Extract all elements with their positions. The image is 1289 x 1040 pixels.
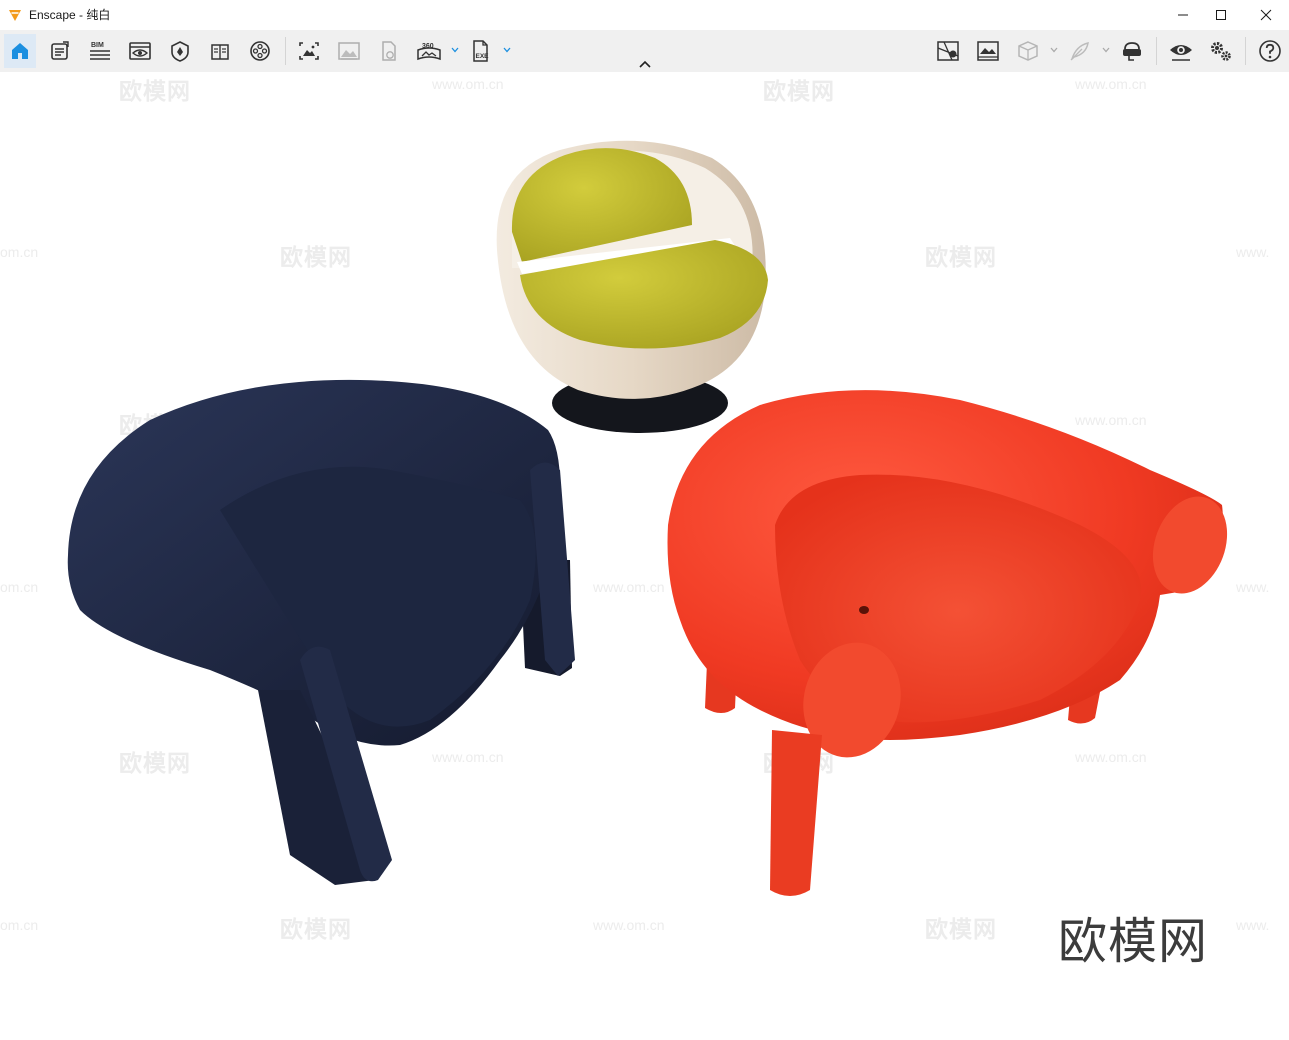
chevron-down-icon xyxy=(1102,47,1110,53)
egg-lounge-chair xyxy=(496,140,768,433)
screenshot-button[interactable] xyxy=(293,34,325,68)
feather-dropdown-caret[interactable] xyxy=(1101,42,1111,58)
upload-file-icon xyxy=(382,41,396,61)
home-button[interactable] xyxy=(4,34,36,68)
panorama-button[interactable]: 360 xyxy=(413,34,445,68)
site-map-icon xyxy=(937,41,959,61)
maximize-button[interactable] xyxy=(1198,0,1244,30)
close-button[interactable] xyxy=(1243,0,1289,30)
chevron-down-icon xyxy=(451,47,459,53)
feather-button[interactable] xyxy=(1064,34,1096,68)
chevron-up-icon xyxy=(639,60,651,68)
home-icon xyxy=(12,43,28,59)
image-gallery-icon xyxy=(338,42,360,60)
render-scene xyxy=(67,140,1228,896)
export-button[interactable]: EXE xyxy=(465,34,497,68)
bim-icon: BIM xyxy=(90,42,110,60)
library-icon xyxy=(211,44,229,60)
upload-button[interactable] xyxy=(373,34,405,68)
site-map-button[interactable] xyxy=(932,34,964,68)
video-editor-button[interactable] xyxy=(244,34,276,68)
views-icon xyxy=(129,42,151,60)
export-exe-label: EXE xyxy=(476,53,490,60)
visual-settings-button[interactable] xyxy=(972,34,1004,68)
visibility-button[interactable] xyxy=(1165,34,1197,68)
toolbar-separator xyxy=(1245,37,1246,65)
film-reel-icon xyxy=(250,41,270,61)
title-bar: Enscape - 纯白 xyxy=(0,0,1289,30)
export-dropdown-caret[interactable] xyxy=(502,42,512,58)
gallery-button[interactable] xyxy=(333,34,365,68)
red-chair-front-leg xyxy=(770,730,822,896)
enscape-logo-icon xyxy=(7,7,23,23)
vr-headset-icon xyxy=(1123,42,1141,61)
material-editor-button[interactable] xyxy=(1012,34,1044,68)
render-viewport[interactable]: 欧模网 www.om.cn 欧模网 www.om.cn om.cn 欧模网 ww… xyxy=(0,72,1289,1040)
material-dropdown-caret[interactable] xyxy=(1049,42,1059,58)
project-info-button[interactable] xyxy=(44,34,76,68)
eye-icon xyxy=(1170,45,1192,61)
toolbar-separator xyxy=(1156,37,1157,65)
toolbar-separator xyxy=(285,37,286,65)
help-button[interactable] xyxy=(1254,34,1286,68)
cube-icon xyxy=(1018,41,1038,61)
navy-armchair xyxy=(67,379,575,885)
panorama-dropdown-caret[interactable] xyxy=(450,42,460,58)
red-chair-seat-hole xyxy=(859,606,869,614)
visual-settings-icon xyxy=(977,41,999,61)
chevron-down-icon xyxy=(503,47,511,53)
vr-headset-button[interactable] xyxy=(1116,34,1148,68)
red-armchair xyxy=(667,390,1228,896)
shield-icon xyxy=(171,41,189,62)
screenshot-icon xyxy=(299,42,319,60)
watermark-brand-large: 欧模网 xyxy=(1058,915,1209,969)
panorama-360-icon: 360 xyxy=(417,43,441,61)
project-info-icon xyxy=(51,41,69,60)
views-button[interactable] xyxy=(124,34,156,68)
help-icon xyxy=(1259,40,1281,62)
bim-button[interactable]: BIM xyxy=(84,34,116,68)
collapse-toolbar-button[interactable] xyxy=(636,56,654,72)
export-exe-icon: EXE xyxy=(473,40,490,62)
bim-label: BIM xyxy=(91,42,104,49)
assets-button[interactable] xyxy=(164,34,196,68)
feather-icon xyxy=(1070,41,1089,61)
window-title: Enscape - 纯白 xyxy=(29,8,111,22)
settings-button[interactable] xyxy=(1205,34,1237,68)
settings-gears-icon xyxy=(1211,42,1231,61)
library-button[interactable] xyxy=(204,34,236,68)
chevron-down-icon xyxy=(1050,47,1058,53)
